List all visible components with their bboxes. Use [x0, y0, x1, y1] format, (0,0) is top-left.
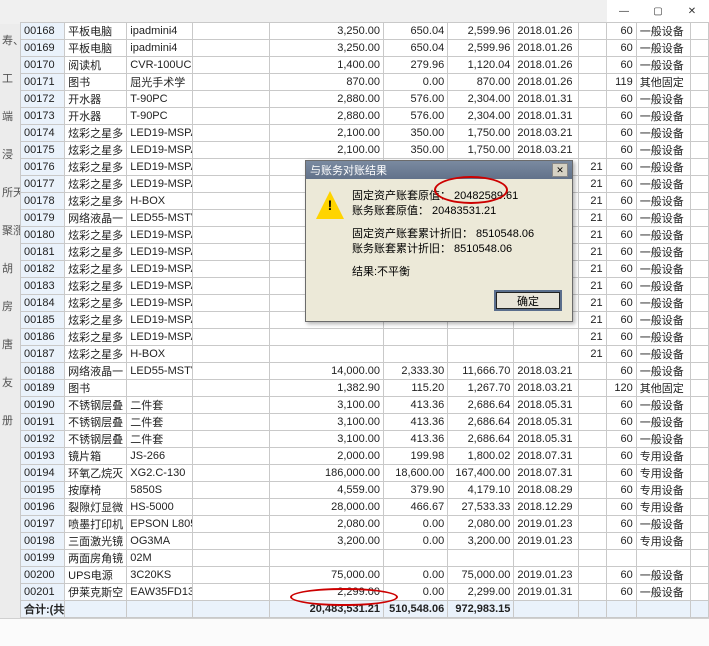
table-row[interactable]: 00198三面激光镜OG3MA3,200.000.003,200.002019.…: [21, 533, 709, 550]
dialog-close-button[interactable]: ✕: [552, 163, 568, 177]
taskbar: [0, 618, 709, 646]
table-row[interactable]: 00188网络液晶一LED55-MSTV-14,000.002,333.3011…: [21, 363, 709, 380]
dialog-message: 固定资产账套原值： 20482589.61 账务账套原值： 20483531.2…: [352, 189, 534, 280]
table-row[interactable]: 00201伊莱克斯空EAW35FD13CA2,299.000.002,299.0…: [21, 584, 709, 601]
table-row[interactable]: 00192不锈钢层叠二件套3,100.00413.362,686.642018.…: [21, 431, 709, 448]
sidebar-fragment: 寿、工端浸所天聚涨胡房唐友册: [0, 24, 20, 624]
table-row[interactable]: 00195按摩椅5850S4,559.00379.904,179.102018.…: [21, 482, 709, 499]
table-row[interactable]: 00168平板电脑ipadmini43,250.00650.042,599.96…: [21, 23, 709, 40]
table-row[interactable]: 00187炫彩之星多H-BOX2160一般设备: [21, 346, 709, 363]
window-controls: — ▢ ✕: [607, 0, 709, 22]
warning-icon: [316, 191, 344, 219]
table-row[interactable]: 00189图书1,382.90115.201,267.702018.03.211…: [21, 380, 709, 397]
table-row[interactable]: 00186炫彩之星多LED19-MSPAJ2160一般设备: [21, 329, 709, 346]
table-row[interactable]: 00171图书屈光手术学870.000.00870.002018.01.2611…: [21, 74, 709, 91]
maximize-button[interactable]: ▢: [641, 0, 675, 22]
table-row[interactable]: 00175炫彩之星多LED19-MSPAJ2,100.00350.001,750…: [21, 142, 709, 159]
table-row[interactable]: 00190不锈钢层叠二件套3,100.00413.362,686.642018.…: [21, 397, 709, 414]
close-button[interactable]: ✕: [675, 0, 709, 22]
table-row[interactable]: 00193镜片箱JS-2662,000.00199.981,800.022018…: [21, 448, 709, 465]
ok-button[interactable]: 确定: [494, 290, 562, 311]
minimize-button[interactable]: —: [607, 0, 641, 22]
table-row[interactable]: 00196裂隙灯显微HS-500028,000.00466.6727,533.3…: [21, 499, 709, 516]
table-row[interactable]: 00174炫彩之星多LED19-MSPAJ2,100.00350.001,750…: [21, 125, 709, 142]
reconciliation-dialog: 与账务对账结果 ✕ 固定资产账套原值： 20482589.61 账务账套原值： …: [305, 160, 573, 322]
table-row[interactable]: 00199两面房角镜02M: [21, 550, 709, 567]
dialog-titlebar[interactable]: 与账务对账结果 ✕: [306, 161, 572, 179]
dialog-title: 与账务对账结果: [310, 162, 387, 178]
table-row[interactable]: 00169平板电脑ipadmini43,250.00650.042,599.96…: [21, 40, 709, 57]
table-row[interactable]: 00197喷墨打印机EPSON L8052,080.000.002,080.00…: [21, 516, 709, 533]
table-row[interactable]: 00200UPS电源3C20KS75,000.000.0075,000.0020…: [21, 567, 709, 584]
table-row[interactable]: 00194环氧乙烷灭XG2.C-130186,000.0018,600.0016…: [21, 465, 709, 482]
table-row[interactable]: 00191不锈钢层叠二件套3,100.00413.362,686.642018.…: [21, 414, 709, 431]
table-row[interactable]: 00173开水器T-90PC2,880.00576.002,304.002018…: [21, 108, 709, 125]
table-total-row: 合计:(共计20,483,531.21510,548.06972,983.15: [21, 601, 709, 618]
table-row[interactable]: 00170阅读机CVR-100UC1,400.00279.961,120.042…: [21, 57, 709, 74]
table-row[interactable]: 00172开水器T-90PC2,880.00576.002,304.002018…: [21, 91, 709, 108]
